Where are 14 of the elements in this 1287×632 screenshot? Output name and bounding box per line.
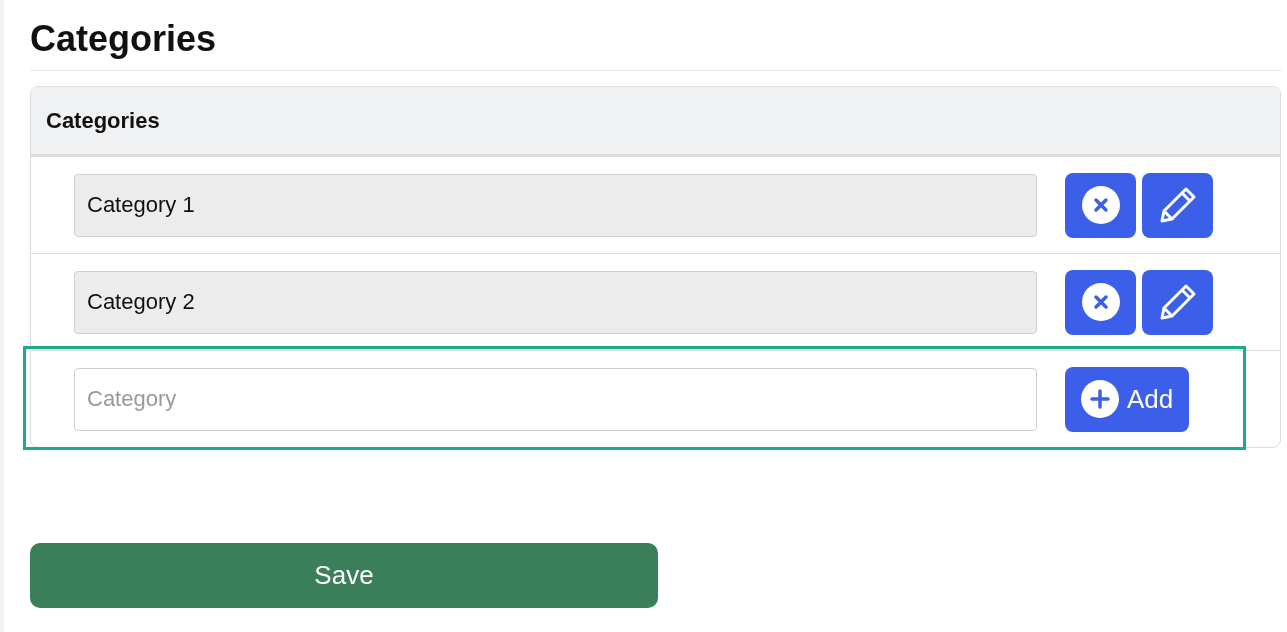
category-input[interactable]: Category [74, 367, 1037, 431]
save-button[interactable]: Save [30, 543, 658, 608]
delete-button[interactable] [1065, 172, 1136, 238]
close-icon [1081, 283, 1120, 321]
add-button[interactable]: Add [1065, 366, 1190, 432]
close-icon [1081, 186, 1120, 224]
edit-button[interactable] [1142, 172, 1213, 238]
plus-icon [1081, 380, 1119, 418]
category-field[interactable]: Category 1 [74, 173, 1037, 237]
edit-button[interactable] [1142, 269, 1213, 335]
delete-button[interactable] [1065, 269, 1136, 335]
header-label: Categories [46, 107, 160, 134]
page-title: Categories [30, 18, 1281, 71]
category-field[interactable]: Category 2 [74, 270, 1037, 334]
